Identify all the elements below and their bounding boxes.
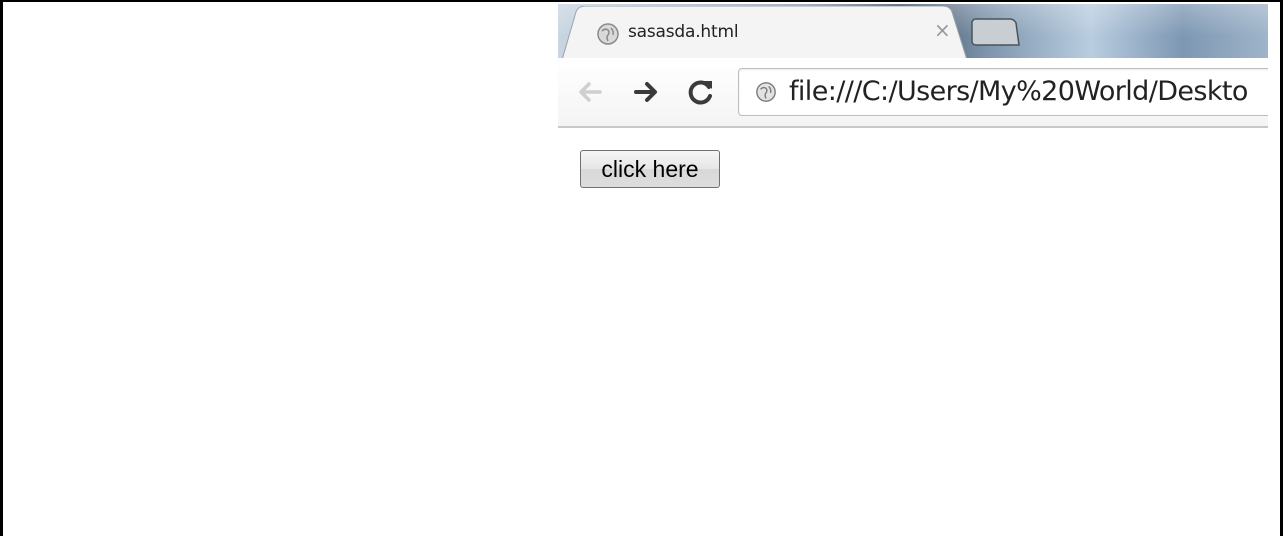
globe-icon (597, 23, 619, 45)
tab-sasasda[interactable]: sasasda.html × (562, 6, 967, 60)
tab-shape (562, 6, 967, 60)
tab-title: sasasda.html (628, 22, 739, 42)
browser-window: sasasda.html × file:///C:/Users/My%20Wor… (558, 4, 1268, 536)
browser-toolbar: file:///C:/Users/My%20World/Deskto (558, 58, 1268, 128)
forward-arrow-icon[interactable] (628, 76, 664, 108)
address-url: file:///C:/Users/My%20World/Deskto (789, 76, 1248, 107)
globe-icon (756, 82, 776, 102)
address-bar[interactable]: file:///C:/Users/My%20World/Deskto (738, 68, 1268, 116)
back-arrow-icon[interactable] (572, 76, 608, 108)
click-here-button[interactable]: click here (580, 150, 720, 188)
new-tab-button[interactable] (970, 18, 1020, 46)
tab-close-icon[interactable]: × (934, 20, 951, 40)
reload-icon[interactable] (684, 76, 720, 108)
page-content: click here (558, 128, 1268, 536)
